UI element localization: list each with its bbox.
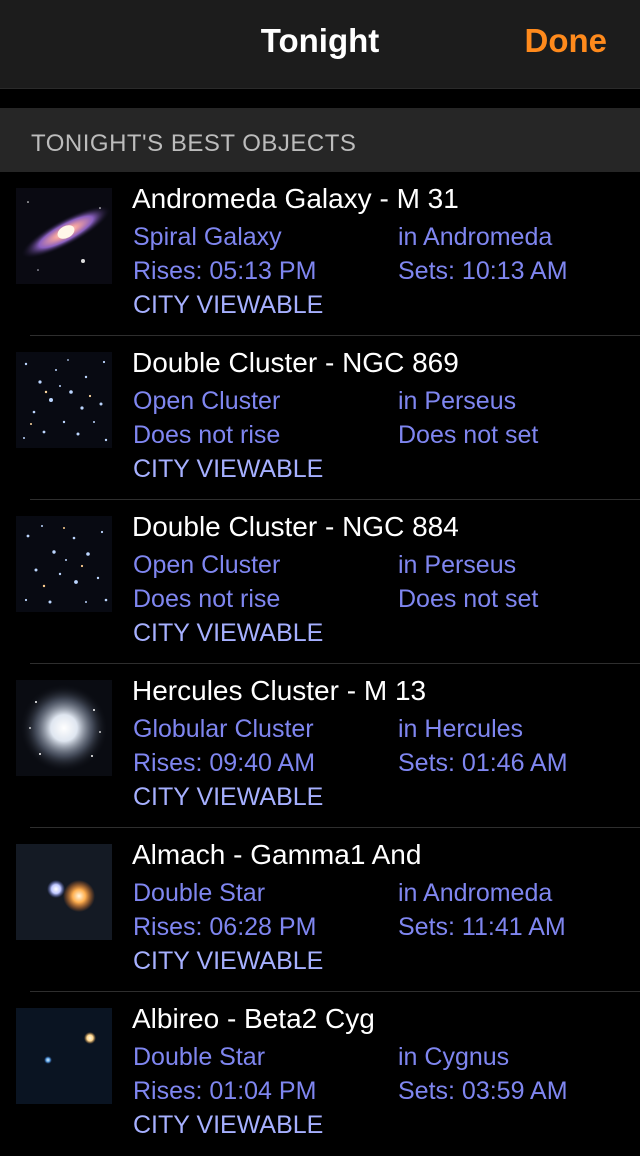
object-name: Almach - Gamma1 And (132, 839, 422, 870)
object-type: Open Cluster (133, 551, 281, 579)
city-viewable-tag: CITY VIEWABLE (133, 783, 324, 811)
object-name: Double Cluster - NGC 884 (132, 511, 459, 542)
object-constellation: in Cygnus (398, 1043, 510, 1071)
list-item[interactable]: Double Cluster - NGC 869 Open Cluster in… (0, 336, 640, 500)
section-title: TONIGHT'S BEST OBJECTS (31, 130, 357, 157)
set-time: Does not set (398, 585, 539, 613)
open-cluster-thumbnail (16, 352, 112, 448)
set-time: Does not set (398, 421, 539, 449)
double-star-thumbnail (16, 844, 112, 940)
object-constellation: in Hercules (398, 715, 524, 743)
set-time: Sets: 11:41 AM (398, 913, 566, 941)
object-name: Double Cluster - NGC 869 (132, 347, 459, 378)
navigation-bar: Tonight Done (0, 0, 640, 89)
list-item[interactable]: Albireo - Beta2 Cyg Double Star in Cygnu… (0, 992, 640, 1156)
double-star-thumbnail (16, 1008, 112, 1104)
city-viewable-tag: CITY VIEWABLE (133, 947, 324, 975)
rise-time: Rises: 01:04 PM (133, 1077, 317, 1105)
open-cluster-thumbnail (16, 516, 112, 612)
rise-time: Rises: 06:28 PM (133, 913, 317, 941)
rise-time: Does not rise (133, 421, 281, 449)
set-time: Sets: 01:46 AM (398, 749, 568, 777)
objects-list[interactable]: Andromeda Galaxy - M 31 Spiral Galaxy in… (0, 172, 640, 1139)
object-constellation: in Perseus (398, 387, 517, 415)
spacer (0, 89, 640, 108)
globular-cluster-thumbnail (16, 680, 112, 776)
rise-time: Rises: 05:13 PM (133, 257, 317, 285)
object-type: Spiral Galaxy (133, 223, 282, 251)
done-button[interactable]: Done (525, 22, 608, 60)
object-constellation: in Andromeda (398, 879, 553, 907)
city-viewable-tag: CITY VIEWABLE (133, 455, 324, 483)
list-item[interactable]: Almach - Gamma1 And Double Star in Andro… (0, 828, 640, 992)
object-name: Hercules Cluster - M 13 (132, 675, 427, 706)
object-type: Open Cluster (133, 387, 281, 415)
rise-time: Does not rise (133, 585, 281, 613)
city-viewable-tag: CITY VIEWABLE (133, 619, 324, 647)
set-time: Sets: 10:13 AM (398, 257, 568, 285)
list-item[interactable]: Hercules Cluster - M 13 Globular Cluster… (0, 664, 640, 828)
galaxy-thumbnail (16, 188, 112, 284)
object-constellation: in Perseus (398, 551, 517, 579)
city-viewable-tag: CITY VIEWABLE (133, 291, 324, 319)
set-time: Sets: 03:59 AM (398, 1077, 568, 1105)
object-type: Double Star (133, 1043, 266, 1071)
object-type: Globular Cluster (133, 715, 314, 743)
object-name: Andromeda Galaxy - M 31 (132, 183, 459, 214)
rise-time: Rises: 09:40 AM (133, 749, 316, 777)
list-item[interactable]: Double Cluster - NGC 884 Open Cluster in… (0, 500, 640, 664)
section-header: TONIGHT'S BEST OBJECTS (0, 108, 640, 172)
object-name: Albireo - Beta2 Cyg (132, 1003, 375, 1034)
object-type: Double Star (133, 879, 266, 907)
object-constellation: in Andromeda (398, 223, 553, 251)
list-item[interactable]: Andromeda Galaxy - M 31 Spiral Galaxy in… (0, 172, 640, 336)
